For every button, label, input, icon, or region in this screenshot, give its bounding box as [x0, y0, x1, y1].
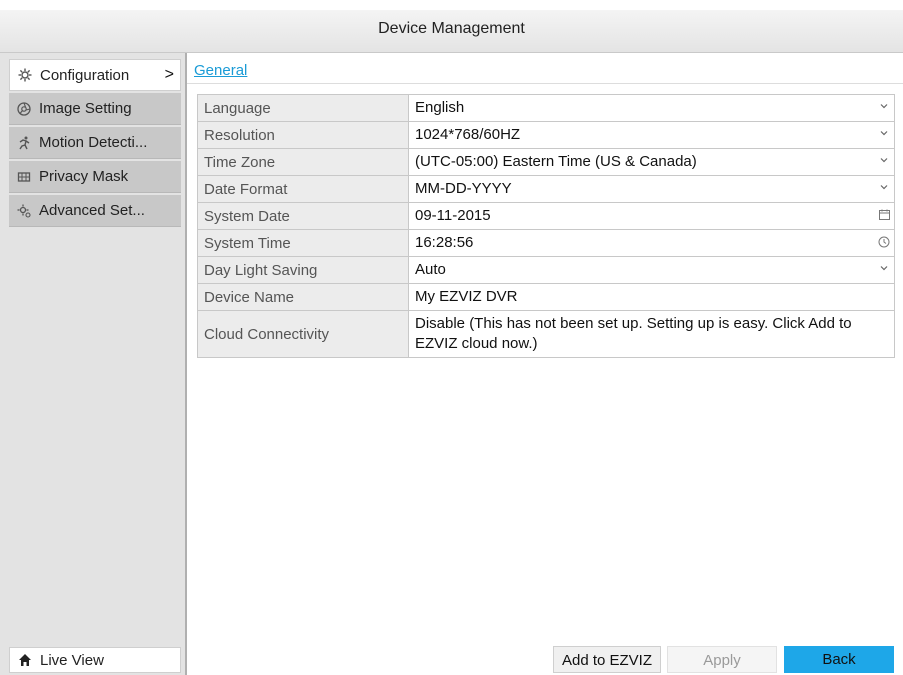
- sidebar-item-label: Advanced Set...: [39, 202, 145, 219]
- table-row: Time Zone (UTC-05:00) Eastern Time (US &…: [197, 148, 895, 176]
- setting-label: Day Light Saving: [197, 256, 409, 284]
- tab-divider: [187, 83, 903, 84]
- home-icon: [19, 654, 31, 666]
- advanced-gear-icon: [17, 204, 31, 218]
- add-to-ezviz-button[interactable]: Add to EZVIZ: [553, 646, 661, 673]
- sidebar-item-privacy-mask[interactable]: Privacy Mask: [9, 161, 181, 193]
- setting-label: Time Zone: [197, 148, 409, 176]
- chevron-down-icon[interactable]: [880, 102, 888, 110]
- tab-general[interactable]: General: [194, 62, 247, 79]
- sidebar-item-configuration[interactable]: Configuration >: [9, 59, 181, 91]
- setting-value: (UTC-05:00) Eastern Time (US & Canada): [415, 153, 697, 170]
- resolution-select[interactable]: 1024*768/60HZ: [408, 121, 895, 149]
- settings-table: Language English Resolution 1024*768/60H…: [197, 94, 895, 358]
- setting-label: Date Format: [197, 175, 409, 203]
- chevron-down-icon[interactable]: [880, 156, 888, 164]
- sidebar-item-label: Image Setting: [39, 100, 132, 117]
- setting-label: Cloud Connectivity: [197, 310, 409, 358]
- sidebar-item-motion-detection[interactable]: Motion Detecti...: [9, 127, 181, 159]
- chevron-down-icon[interactable]: [880, 183, 888, 191]
- system-time-field[interactable]: 16:28:56: [408, 229, 895, 257]
- table-row: Language English: [197, 94, 895, 122]
- aperture-icon: [17, 101, 31, 116]
- calendar-icon[interactable]: [879, 209, 890, 220]
- setting-value: English: [415, 99, 465, 116]
- setting-value: My EZVIZ DVR: [415, 288, 518, 305]
- table-row: System Date 09-11-2015: [197, 202, 895, 230]
- setting-value: 16:28:56: [415, 234, 474, 251]
- sidebar-item-image-setting[interactable]: Image Setting: [9, 93, 181, 125]
- live-view-button[interactable]: Live View: [9, 647, 181, 673]
- chevron-down-icon[interactable]: [880, 129, 888, 137]
- window-title: Device Management: [378, 20, 525, 37]
- device-name-input[interactable]: My EZVIZ DVR: [408, 283, 895, 311]
- setting-value: Disable (This has not been set up. Setti…: [415, 315, 852, 352]
- sidebar-item-label: Privacy Mask: [39, 168, 129, 185]
- table-row: Device Name My EZVIZ DVR: [197, 283, 895, 311]
- running-figure-icon: [19, 136, 30, 149]
- daylight-saving-select[interactable]: Auto: [408, 256, 895, 284]
- live-view-label: Live View: [40, 651, 104, 669]
- sidebar-item-advanced-settings[interactable]: Advanced Set...: [9, 195, 181, 227]
- apply-button[interactable]: Apply: [667, 646, 777, 673]
- table-row: Date Format MM-DD-YYYY: [197, 175, 895, 203]
- back-button[interactable]: Back: [784, 646, 894, 673]
- sidebar-divider: [185, 53, 187, 675]
- setting-value: MM-DD-YYYY: [415, 180, 512, 197]
- sidebar-item-label: Configuration: [40, 66, 130, 84]
- table-row: Day Light Saving Auto: [197, 256, 895, 284]
- setting-value: 09-11-2015: [415, 207, 491, 224]
- setting-value: Auto: [415, 261, 446, 278]
- table-row: Resolution 1024*768/60HZ: [197, 121, 895, 149]
- setting-label: Language: [197, 94, 409, 122]
- system-date-field[interactable]: 09-11-2015: [408, 202, 895, 230]
- table-row: System Time 16:28:56: [197, 229, 895, 257]
- gear-icon: [18, 68, 32, 82]
- title-bar: Device Management: [0, 10, 903, 53]
- chevron-down-icon[interactable]: [880, 264, 888, 272]
- setting-label: System Time: [197, 229, 409, 257]
- table-row: Cloud Connectivity Disable (This has not…: [197, 310, 895, 358]
- setting-label: System Date: [197, 202, 409, 230]
- chevron-right-icon: >: [164, 66, 174, 83]
- date-format-select[interactable]: MM-DD-YYYY: [408, 175, 895, 203]
- clock-icon[interactable]: [878, 236, 890, 248]
- setting-label: Device Name: [197, 283, 409, 311]
- language-select[interactable]: English: [408, 94, 895, 122]
- setting-label: Resolution: [197, 121, 409, 149]
- mask-grid-icon: [17, 171, 31, 182]
- time-zone-select[interactable]: (UTC-05:00) Eastern Time (US & Canada): [408, 148, 895, 176]
- cloud-connectivity-value: Disable (This has not been set up. Setti…: [408, 310, 895, 358]
- sidebar-item-label: Motion Detecti...: [39, 134, 148, 151]
- setting-value: 1024*768/60HZ: [415, 126, 521, 143]
